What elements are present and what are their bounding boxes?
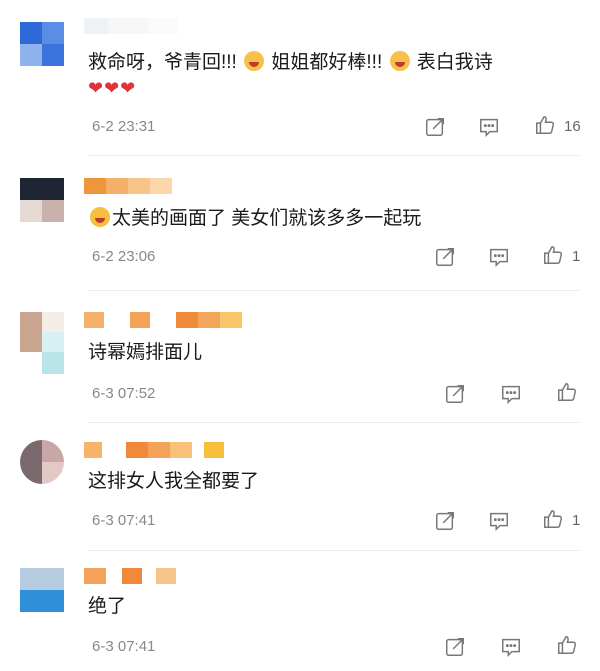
username-blurred[interactable]: [84, 442, 224, 458]
like-count: 16: [564, 118, 581, 135]
thumbs-up-icon[interactable]: [556, 634, 578, 656]
share-icon[interactable]: [434, 510, 456, 532]
comment-icon[interactable]: [500, 383, 522, 405]
avatar[interactable]: [20, 22, 64, 66]
comment-icon[interactable]: [488, 510, 510, 532]
comment-icon[interactable]: [488, 246, 510, 268]
comment-time: 6-3 07:41: [92, 512, 156, 529]
hearts-emoji: ❤❤❤: [88, 78, 137, 98]
divider: [88, 290, 580, 291]
crying-emoji-icon: [90, 207, 110, 227]
like-count: 1: [572, 248, 581, 265]
thumbs-up-icon[interactable]: [556, 381, 578, 403]
comment-time: 6-3 07:41: [92, 638, 156, 655]
share-icon[interactable]: [434, 246, 456, 268]
thumbs-up-icon[interactable]: [542, 508, 564, 530]
divider: [88, 155, 580, 156]
comment-text: 诗幂嫣排面儿: [88, 342, 203, 363]
avatar[interactable]: [20, 178, 64, 222]
comment-time: 6-2 23:31: [92, 118, 156, 135]
thumbs-up-icon[interactable]: [542, 244, 564, 266]
username-blurred[interactable]: [84, 568, 176, 584]
comment-icon[interactable]: [500, 636, 522, 658]
avatar[interactable]: [20, 312, 64, 374]
laughing-emoji-icon: [244, 51, 265, 71]
username-blurred[interactable]: [84, 312, 242, 328]
comment-text: 救命呀，爷青回!!! 姐姐都好棒!!! 表白我诗: [88, 51, 493, 73]
comment-time: 6-3 07:52: [92, 385, 156, 402]
surprised-emoji-icon: [389, 51, 410, 71]
share-icon[interactable]: [424, 116, 446, 138]
share-icon[interactable]: [444, 383, 466, 405]
comment-text: 绝了: [88, 596, 127, 617]
like-count: 1: [572, 512, 581, 529]
comment-icon[interactable]: [478, 116, 500, 138]
comment-time: 6-2 23:06: [92, 248, 156, 265]
divider: [88, 422, 580, 423]
comment-text: 这排女人我全都要了: [88, 471, 260, 492]
avatar[interactable]: [20, 568, 64, 612]
share-icon[interactable]: [444, 636, 466, 658]
avatar[interactable]: [20, 440, 64, 484]
username-blurred[interactable]: [84, 18, 178, 34]
username-blurred[interactable]: [84, 178, 172, 194]
comment-text: 太美的画面了 美女们就该多多一起玩: [88, 206, 421, 232]
thumbs-up-icon[interactable]: [534, 114, 556, 136]
divider: [88, 550, 580, 551]
